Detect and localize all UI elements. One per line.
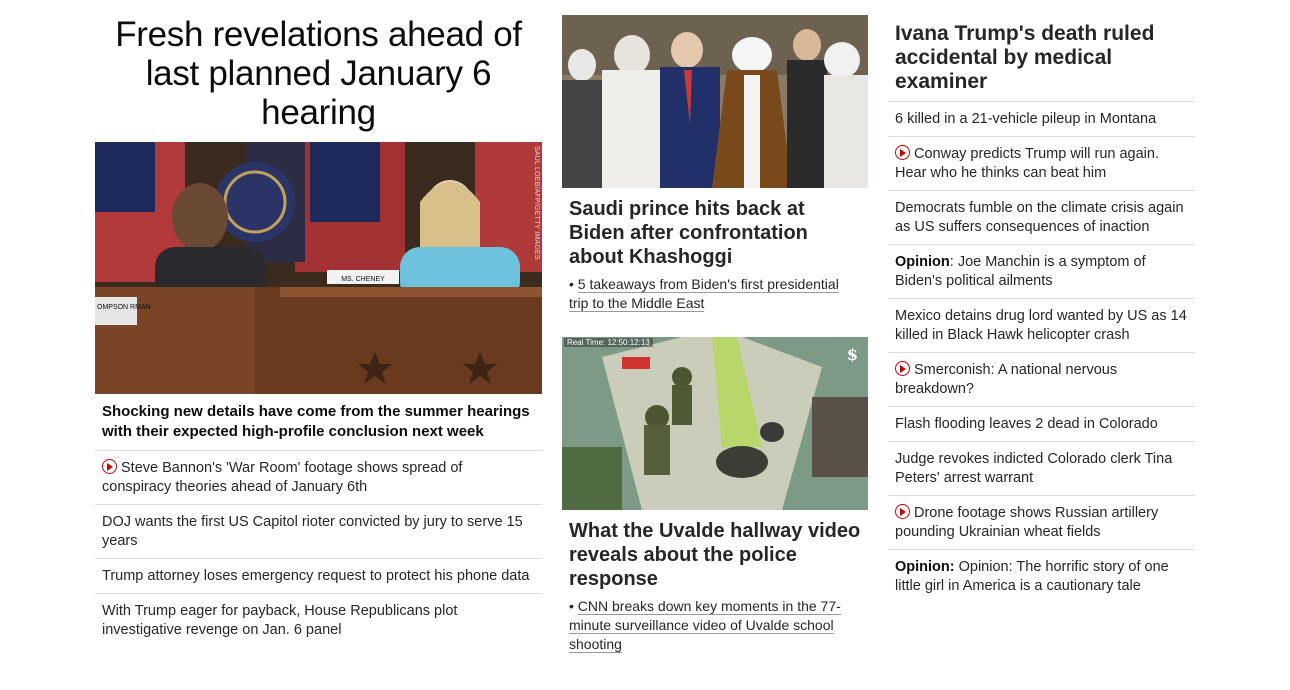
- bullet: •: [569, 276, 574, 292]
- right-column: Ivana Trump's death ruled accidental by …: [888, 0, 1195, 603]
- list-item[interactable]: Drone footage shows Russian artillery po…: [888, 496, 1195, 550]
- play-video-icon: [102, 459, 117, 474]
- list-item-text: Democrats fumble on the climate crisis a…: [895, 200, 1184, 235]
- uvalde-hallway-illustration: [562, 337, 868, 510]
- photo-credit: SAUL LOEB/AFP/GETTY IMAGES: [533, 146, 540, 260]
- list-item[interactable]: Trump attorney loses emergency request t…: [95, 559, 542, 594]
- list-item-text: Smerconish: A national nervous breakdown…: [895, 362, 1118, 397]
- play-video-icon: [895, 145, 910, 160]
- list-item[interactable]: Opinion: Joe Manchin is a symptom of Bid…: [888, 245, 1195, 299]
- uvalde-related-link-text[interactable]: CNN breaks down key moments in the 77-mi…: [569, 598, 841, 653]
- list-item-text: Mexico detains drug lord wanted by US as…: [895, 308, 1187, 343]
- list-item[interactable]: Judge revokes indicted Colorado clerk Ti…: [888, 442, 1195, 496]
- list-item-text: Steve Bannon's 'War Room' footage shows …: [102, 460, 463, 495]
- list-item[interactable]: Steve Bannon's 'War Room' footage shows …: [95, 451, 542, 505]
- lead-story-column: Fresh revelations ahead of last planned …: [95, 0, 542, 647]
- uvalde-hallway-photo[interactable]: Real Time: 12:50:12:13 $: [562, 337, 868, 510]
- list-item[interactable]: Democrats fumble on the climate crisis a…: [888, 191, 1195, 245]
- headline-list: 6 killed in a 21-vehicle pileup in Monta…: [888, 102, 1195, 603]
- biden-mbs-photo[interactable]: [562, 15, 868, 188]
- saudi-related-link-text[interactable]: 5 takeaways from Biden's first president…: [569, 276, 839, 312]
- list-item[interactable]: Opinion: Opinion: The horrific story of …: [888, 550, 1195, 603]
- list-item-text: Conway predicts Trump will run again. He…: [895, 146, 1159, 181]
- list-item-text: Flash flooding leaves 2 dead in Colorado: [895, 416, 1158, 432]
- hearing-photo-illustration: MS. CHENEY OMPSON RMAN: [95, 142, 542, 394]
- list-item-text: Trump attorney loses emergency request t…: [102, 568, 530, 584]
- lead-related-list: Steve Bannon's 'War Room' footage shows …: [95, 451, 542, 647]
- list-item-text: DOJ wants the first US Capitol rioter co…: [102, 514, 523, 549]
- list-item[interactable]: DOJ wants the first US Capitol rioter co…: [95, 505, 542, 559]
- lead-headline[interactable]: Fresh revelations ahead of last planned …: [95, 0, 542, 142]
- lead-subheadline[interactable]: Shocking new details have come from the …: [95, 394, 542, 451]
- list-item-text: Judge revokes indicted Colorado clerk Ti…: [895, 451, 1173, 486]
- uvalde-related-link[interactable]: • CNN breaks down key moments in the 77-…: [562, 597, 868, 654]
- list-item-text: 6 killed in a 21-vehicle pileup in Monta…: [895, 111, 1157, 127]
- bullet: •: [569, 598, 574, 614]
- biden-mbs-illustration: [562, 15, 868, 188]
- middle-column: Saudi prince hits back at Biden after co…: [562, 15, 868, 654]
- saudi-story-headline[interactable]: Saudi prince hits back at Biden after co…: [562, 188, 868, 275]
- hearing-photo[interactable]: MS. CHENEY OMPSON RMAN SAUL LOEB/AFP/GET…: [95, 142, 542, 394]
- list-item-text: With Trump eager for payback, House Repu…: [102, 603, 458, 638]
- ivana-trump-headline[interactable]: Ivana Trump's death ruled accidental by …: [888, 0, 1195, 102]
- list-item[interactable]: Smerconish: A national nervous breakdown…: [888, 353, 1195, 407]
- play-video-icon: [895, 361, 910, 376]
- list-item[interactable]: Conway predicts Trump will run again. He…: [888, 137, 1195, 191]
- uvalde-story-headline[interactable]: What the Uvalde hallway video reveals ab…: [562, 510, 868, 597]
- play-video-icon: [895, 504, 910, 519]
- list-item[interactable]: Flash flooding leaves 2 dead in Colorado: [888, 407, 1195, 442]
- list-item[interactable]: 6 killed in a 21-vehicle pileup in Monta…: [888, 102, 1195, 137]
- dollar-logo-icon: $: [846, 345, 858, 364]
- list-item-text: Drone footage shows Russian artillery po…: [895, 505, 1159, 540]
- list-item[interactable]: With Trump eager for payback, House Repu…: [95, 594, 542, 647]
- saudi-related-link[interactable]: • 5 takeaways from Biden's first preside…: [562, 275, 868, 313]
- opinion-label: Opinion: [895, 254, 950, 270]
- list-item[interactable]: Mexico detains drug lord wanted by US as…: [888, 299, 1195, 353]
- name-plate-text: MS. CHENEY: [341, 276, 385, 283]
- video-timestamp: Real Time: 12:50:12:13: [564, 338, 653, 347]
- opinion-label: Opinion:: [895, 559, 955, 575]
- chair-plate-text: OMPSON RMAN: [97, 304, 151, 311]
